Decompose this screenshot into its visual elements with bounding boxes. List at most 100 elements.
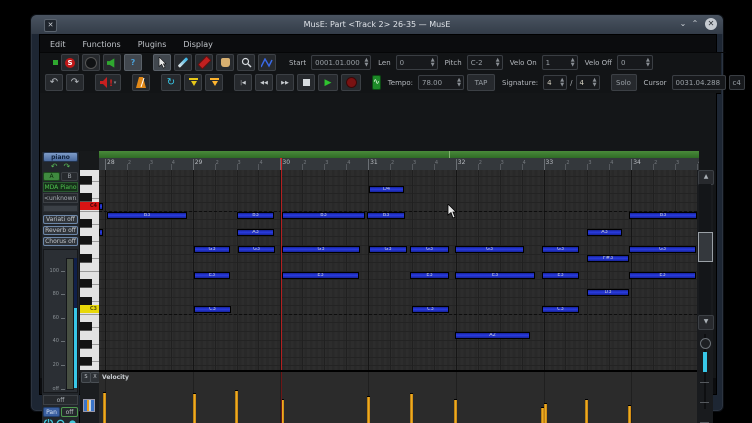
sig-num-spinner[interactable]: ▲▼ — [558, 78, 566, 88]
black-key[interactable] — [80, 340, 92, 349]
black-key[interactable] — [80, 357, 92, 366]
play-button[interactable]: ▶ — [318, 74, 338, 91]
velocity-lane[interactable]: Velocity — [99, 370, 697, 423]
velo-on-field[interactable]: 1▲▼ — [542, 55, 578, 70]
midi-note-d4[interactable]: D4 — [369, 186, 404, 193]
redo-button[interactable]: ↷ — [66, 74, 84, 91]
solo-red-button[interactable]: S — [61, 54, 79, 71]
prev-part-icon[interactable]: ↶ — [51, 163, 58, 171]
midi-note-e3[interactable]: E3 — [455, 272, 535, 279]
start-field[interactable]: 0001.01.000▲▼ — [311, 55, 371, 70]
midi-note-fragment[interactable] — [99, 229, 103, 236]
stop-button[interactable] — [297, 74, 315, 91]
midi-note-c3[interactable]: C3 — [194, 306, 231, 313]
forward-button[interactable]: ▶▶ — [276, 74, 294, 91]
undo-button[interactable]: ↶ — [45, 74, 63, 91]
black-key[interactable] — [80, 279, 92, 288]
note-canvas[interactable]: D4B3B3B3B3B3A3A3G3G3G3G3G3G3G3G3F#3E3E3E… — [99, 170, 697, 370]
power-icon[interactable] — [44, 419, 53, 423]
spinner[interactable]: ▲▼ — [363, 58, 370, 68]
line-draw-button[interactable] — [258, 54, 276, 71]
shade-button[interactable]: ⌄ — [677, 19, 689, 29]
zoom-button[interactable] — [237, 54, 255, 71]
spinner[interactable]: ▲▼ — [569, 58, 577, 68]
velocity-bar[interactable] — [585, 399, 588, 423]
controller-list-icon[interactable] — [83, 399, 95, 412]
midi-note-g3[interactable]: G3 — [455, 246, 524, 253]
midi-note-b3[interactable]: B3 — [237, 212, 274, 219]
patch-name[interactable]: <unknown> — [43, 193, 78, 203]
midi-note-g3[interactable]: G3 — [369, 246, 407, 253]
tempo-led-icon[interactable]: ∿ — [372, 75, 381, 90]
scroll-down-button[interactable]: ▼ — [698, 315, 714, 330]
close-button[interactable]: ✕ — [705, 18, 717, 30]
velocity-bar[interactable] — [410, 393, 413, 423]
velocity-bar[interactable] — [193, 393, 196, 423]
tempo-spinner[interactable]: ▲▼ — [455, 78, 463, 88]
loop-button[interactable]: ↻ — [161, 74, 181, 91]
menu-plugins[interactable]: Plugins — [138, 40, 167, 49]
scroll-up-button[interactable]: ▲ — [698, 170, 714, 185]
velocity-bar[interactable] — [454, 399, 457, 423]
midi-note-b3[interactable]: B3 — [629, 212, 697, 219]
timeline-ruler[interactable]: 28234292343023431234322343323434234 — [99, 151, 699, 171]
pointer-button[interactable] — [153, 54, 171, 71]
midi-note-a3[interactable]: A3 — [587, 229, 622, 236]
patch-select-button[interactable]: piano — [43, 152, 78, 162]
rewind-button[interactable]: ◀◀ — [255, 74, 273, 91]
midi-note-a2[interactable]: A2 — [455, 332, 530, 339]
marked-key-c3[interactable]: C3 — [80, 305, 99, 313]
velocity-bar[interactable] — [544, 403, 547, 423]
midi-note-e3[interactable]: E3 — [282, 272, 359, 279]
signature-numerator-field[interactable]: 4 ▲▼ — [543, 75, 567, 90]
midi-note-b3[interactable]: B3 — [107, 212, 187, 219]
part-bar[interactable] — [99, 151, 699, 158]
midi-note-e3[interactable]: E3 — [542, 272, 579, 279]
punch-out-button[interactable] — [205, 74, 223, 91]
velocity-bar[interactable] — [367, 396, 370, 423]
midi-note-g3[interactable]: G3 — [194, 246, 230, 253]
eraser-button[interactable] — [195, 54, 213, 71]
volume-slider[interactable]: 10080604020off — [43, 249, 78, 393]
black-key[interactable] — [80, 254, 92, 263]
velo-off-field[interactable]: 0▲▼ — [617, 55, 653, 70]
midi-note-g3[interactable]: G3 — [282, 246, 360, 253]
black-key[interactable] — [80, 322, 92, 331]
midi-note-e3[interactable]: E3 — [410, 272, 449, 279]
midi-note-fragment[interactable] — [99, 203, 103, 210]
circle-icon[interactable] — [56, 419, 65, 423]
reverb-control[interactable]: Reverb off — [43, 226, 78, 235]
tempo-field[interactable]: 78.00 ▲▼ — [418, 75, 464, 90]
rewind-start-button[interactable]: |◀ — [234, 74, 252, 91]
metronome-button[interactable] — [132, 74, 150, 91]
punch-in-button[interactable] — [184, 74, 202, 91]
variation-control[interactable]: Variati off — [43, 215, 78, 224]
speaker-button[interactable] — [103, 54, 121, 71]
midi-note-b3[interactable]: B3 — [367, 212, 405, 219]
midi-note-e3[interactable]: E3 — [194, 272, 230, 279]
velocity-bar[interactable] — [235, 390, 238, 423]
menu-functions[interactable]: Functions — [83, 40, 121, 49]
panic-button[interactable] — [82, 54, 100, 71]
maximize-button[interactable]: ⌃ — [689, 19, 701, 29]
midi-note-b3[interactable]: B3 — [282, 212, 365, 219]
black-key[interactable] — [80, 176, 92, 185]
midi-note-a3[interactable]: A3 — [237, 229, 274, 236]
midi-note-g3[interactable]: G3 — [410, 246, 449, 253]
panic-speaker-button[interactable]: ! ▾ — [95, 74, 121, 91]
midi-note-fs3[interactable]: F#3 — [587, 255, 629, 262]
midi-note-g3[interactable]: G3 — [542, 246, 579, 253]
black-key[interactable] — [80, 236, 92, 245]
len-field[interactable]: 0▲▼ — [396, 55, 438, 70]
midi-note-d3[interactable]: D3 — [587, 289, 629, 296]
whatsthis-button[interactable]: ? — [124, 54, 142, 71]
signature-denominator-field[interactable]: 4 ▲▼ — [576, 75, 600, 90]
pan-button[interactable] — [216, 54, 234, 71]
piano-keyboard[interactable]: C4C3 — [80, 170, 100, 370]
velocity-bar[interactable] — [103, 392, 106, 423]
vertical-zoom-knob[interactable] — [700, 338, 711, 349]
midi-note-g3[interactable]: G3 — [238, 246, 275, 253]
spinner[interactable]: ▲▼ — [494, 58, 502, 68]
pan-button[interactable]: Pan — [43, 407, 60, 417]
spinner[interactable]: ▲▼ — [429, 58, 437, 68]
